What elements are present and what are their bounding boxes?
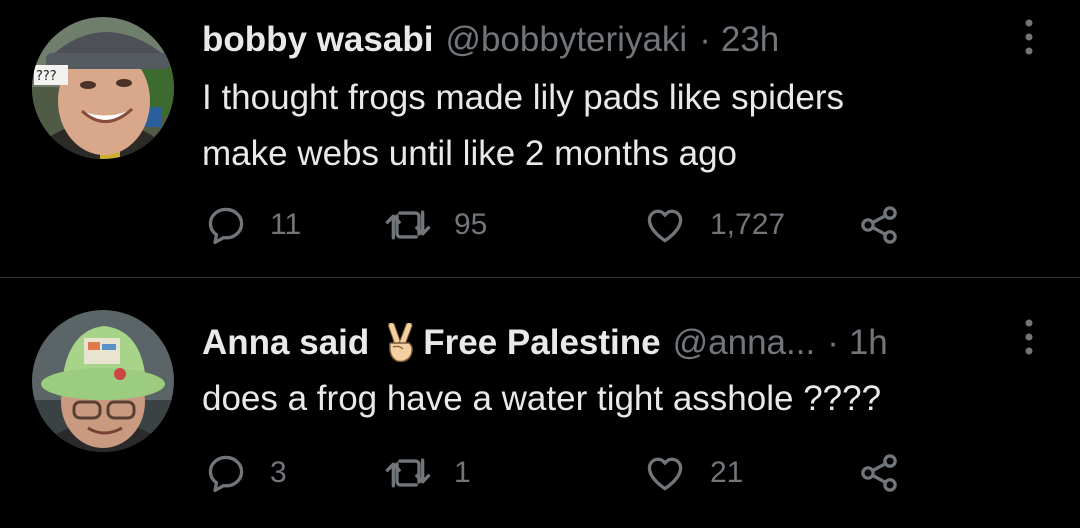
tweet-text-line: I thought frogs made lily pads like spid…: [202, 78, 844, 117]
like-button[interactable]: 1,727: [642, 202, 785, 248]
separator-dot: ·: [827, 323, 839, 362]
user-handle[interactable]: @bobbyteriyaki: [445, 15, 687, 65]
share-button[interactable]: [857, 450, 901, 496]
share-icon: [861, 206, 897, 244]
share-button[interactable]: [857, 202, 901, 248]
avatar[interactable]: ???: [32, 17, 174, 159]
tweet-header: bobby wasabi @bobbyteriyaki · 23h: [202, 15, 779, 65]
more-icon[interactable]: [1018, 316, 1040, 362]
more-icon[interactable]: [1018, 16, 1040, 62]
retweet-count: 1: [454, 456, 471, 489]
tweet-actions: 3 1 21: [202, 450, 922, 496]
avatar-sign-text: ???: [36, 69, 57, 84]
reply-button[interactable]: 11: [204, 202, 301, 248]
reply-count: 11: [270, 208, 302, 241]
victory-hand-emoji: [383, 323, 417, 363]
reply-button[interactable]: 3: [204, 450, 287, 496]
avatar-photo: [32, 310, 174, 452]
tweet-text: I thought frogs made lily pads like spid…: [202, 70, 1042, 182]
avatar[interactable]: [32, 310, 174, 452]
like-button[interactable]: 21: [642, 450, 743, 496]
like-count: 21: [710, 456, 744, 489]
tweet[interactable]: ??? bobby wasabi @bobbyteriyaki · 23h I …: [0, 0, 1080, 277]
tweet-text-line: make webs until like 2 months ago: [202, 134, 737, 173]
timestamp[interactable]: 1h: [849, 318, 888, 368]
tweet-actions: 11 95 1,727: [202, 202, 922, 248]
user-handle[interactable]: @anna...: [673, 318, 816, 368]
tweet-text-line: does a frog have a water tight asshole ?…: [202, 379, 882, 418]
reply-icon: [208, 207, 244, 245]
reply-icon: [208, 455, 244, 493]
like-icon: [647, 457, 683, 491]
tweet-text: does a frog have a water tight asshole ?…: [202, 371, 1042, 427]
retweet-icon: [385, 210, 431, 240]
retweet-button[interactable]: 95: [384, 202, 487, 248]
share-icon: [861, 454, 897, 492]
retweet-button[interactable]: 1: [384, 450, 471, 496]
retweet-icon: [385, 458, 431, 488]
tweet-header: Anna said Free Palestine @anna... · 1h: [202, 318, 888, 368]
tweet[interactable]: Anna said Free Palestine @anna... · 1h d…: [0, 278, 1080, 528]
display-name-suffix[interactable]: Free Palestine: [423, 318, 660, 368]
display-name[interactable]: Anna said: [202, 318, 369, 368]
like-icon: [647, 209, 683, 243]
avatar-photo: ???: [32, 17, 174, 159]
retweet-count: 95: [454, 208, 488, 241]
reply-count: 3: [270, 456, 287, 489]
separator-dot: ·: [699, 20, 711, 59]
timestamp[interactable]: 23h: [721, 15, 779, 65]
like-count: 1,727: [710, 208, 786, 241]
display-name[interactable]: bobby wasabi: [202, 15, 433, 65]
